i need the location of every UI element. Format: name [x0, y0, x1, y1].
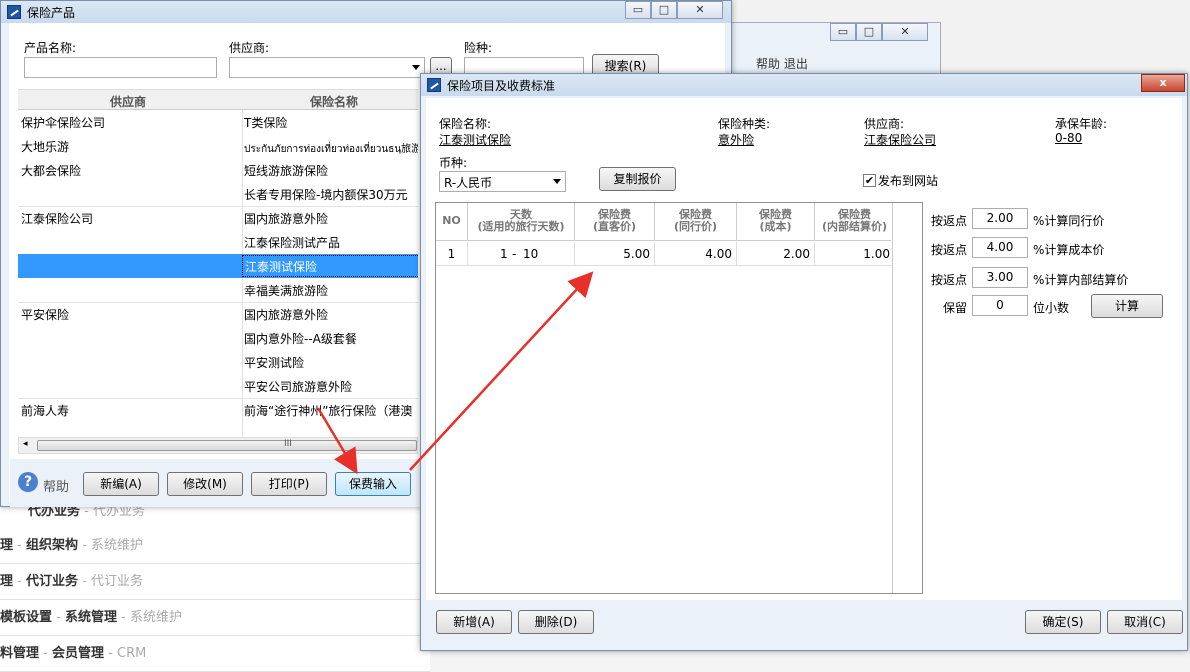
annotation-arrow-to-fee-grid — [409, 271, 594, 471]
annotation-overlay — [316, 271, 594, 475]
annotation-arrow-to-button — [316, 407, 358, 475]
